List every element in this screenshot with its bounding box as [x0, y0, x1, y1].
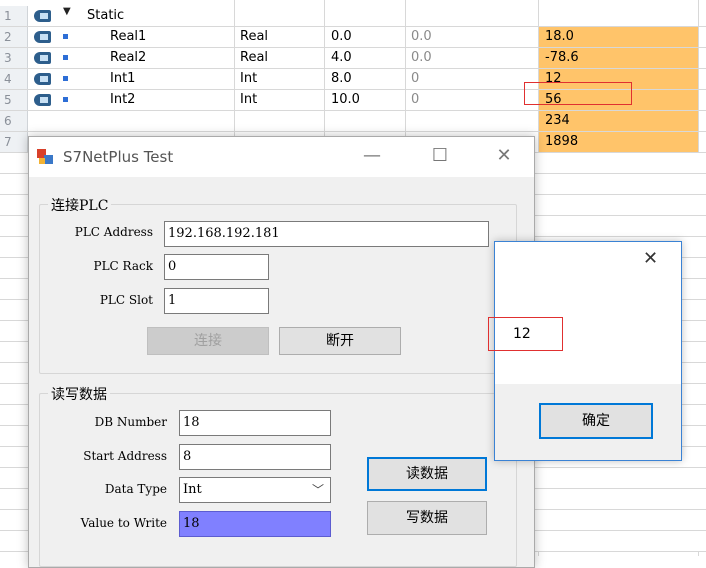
disconnect-button[interactable]: 断开 [279, 327, 401, 355]
minimize-icon[interactable]: — [349, 137, 395, 177]
monitor-value-cell: -78.6 [539, 48, 698, 68]
row-number: 2 [0, 27, 28, 47]
app-icon [37, 149, 53, 165]
data-type-cell: Real [240, 29, 269, 44]
start-value-cell: 10.0 [331, 92, 360, 107]
plc-slot-label: PLC Slot [99, 293, 153, 307]
variable-icon [63, 97, 68, 102]
value-to-write-label: Value to Write [80, 516, 167, 530]
plc-rack-input[interactable]: 0 [164, 254, 269, 280]
data-type-value: Int [183, 482, 202, 497]
row-number: 7 [0, 132, 28, 152]
row-number: 3 [0, 48, 28, 68]
highlight-box [488, 317, 563, 351]
ok-button[interactable]: 确定 [539, 403, 653, 439]
variable-name: Real2 [110, 50, 147, 65]
s7netplus-window: S7NetPlus Test — ☐ ✕ 连接PLC PLC Address 1… [28, 136, 535, 568]
data-type-cell: Int [240, 92, 258, 107]
table-row[interactable]: 6 234 [0, 111, 706, 132]
row-number: 5 [0, 90, 28, 110]
triangle-down-icon[interactable]: ▼ [63, 6, 71, 17]
value-to-write-input[interactable]: 18 [179, 511, 331, 537]
maximize-icon[interactable]: ☐ [417, 137, 463, 177]
db-io-icon [34, 52, 51, 64]
snapshot-cell: 0 [411, 71, 420, 86]
plc-rack-label: PLC Rack [93, 259, 154, 273]
start-address-label: Start Address [83, 449, 167, 463]
variable-name: Int2 [110, 92, 136, 107]
variable-name: Int1 [110, 71, 136, 86]
snapshot-cell: 0.0 [411, 50, 432, 65]
chevron-down-icon[interactable]: ﹀ [312, 478, 324, 502]
close-icon[interactable]: ✕ [481, 137, 527, 177]
db-number-input[interactable]: 18 [179, 410, 331, 436]
variable-icon [63, 76, 68, 81]
message-body: ✕ 12 [495, 242, 681, 384]
plc-slot-input[interactable]: 1 [164, 288, 269, 314]
snapshot-cell: 0.0 [411, 29, 432, 44]
message-box: ✕ 12 确定 [494, 241, 682, 461]
start-value-cell: 8.0 [331, 71, 352, 86]
data-type-cell: Real [240, 50, 269, 65]
read-data-button[interactable]: 读数据 [367, 457, 487, 491]
row-number: 4 [0, 69, 28, 89]
db-number-label: DB Number [94, 415, 167, 429]
close-icon[interactable]: ✕ [643, 248, 658, 269]
row-number: 6 [0, 111, 28, 131]
data-type-select[interactable]: Int ﹀ [179, 477, 331, 503]
table-row[interactable]: 3 Real2 Real 4.0 0.0 -78.6 [0, 48, 706, 69]
read-write-legend: 读写数据 [48, 384, 110, 404]
data-type-label: Data Type [104, 482, 167, 496]
db-io-icon [34, 31, 51, 43]
connect-button[interactable]: 连接 [147, 327, 269, 355]
title-bar[interactable]: S7NetPlus Test — ☐ ✕ [29, 137, 534, 177]
variable-name: Static [87, 8, 125, 23]
db-io-icon [34, 94, 51, 106]
monitor-value-cell: 234 [539, 111, 698, 131]
variable-icon [63, 34, 68, 39]
data-type-cell: Int [240, 71, 258, 86]
variable-icon [63, 55, 68, 60]
start-address-input[interactable]: 8 [179, 444, 331, 470]
monitor-value-cell: 1898 [539, 132, 698, 152]
db-io-icon [34, 73, 51, 85]
connect-plc-legend: 连接PLC [48, 195, 112, 215]
start-value-cell: 0.0 [331, 29, 352, 44]
variable-name: Real1 [110, 29, 147, 44]
db-io-icon [34, 10, 51, 22]
start-value-cell: 4.0 [331, 50, 352, 65]
plc-address-input[interactable]: 192.168.192.181 [164, 221, 489, 247]
window-title: S7NetPlus Test [63, 148, 174, 166]
write-data-button[interactable]: 写数据 [367, 501, 487, 535]
monitor-value-cell: 18.0 [539, 27, 698, 47]
table-row[interactable]: 1 ▼ Static [0, 6, 706, 27]
snapshot-cell: 0 [411, 92, 420, 107]
highlight-box [524, 82, 632, 105]
table-row[interactable]: 2 Real1 Real 0.0 0.0 18.0 [0, 27, 706, 48]
row-number: 1 [0, 6, 28, 26]
plc-address-label: PLC Address [74, 225, 153, 239]
